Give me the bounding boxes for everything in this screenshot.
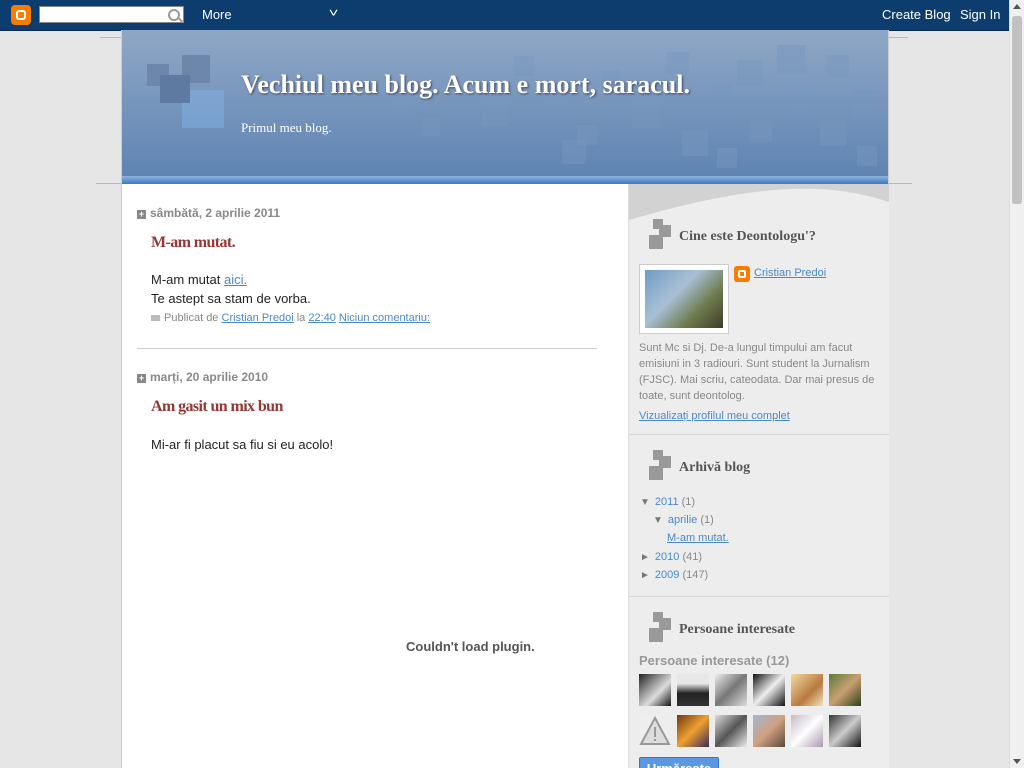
follower-avatar[interactable]: [677, 715, 709, 747]
follower-avatar[interactable]: [639, 715, 671, 747]
blogger-logo-icon[interactable]: [11, 5, 31, 25]
widget-divider: [629, 434, 889, 435]
blogger-navbar: More ˅ Create Blog Sign In: [0, 0, 1009, 31]
follower-avatar[interactable]: [753, 715, 785, 747]
blog-page: Vechiul meu blog. Acum e mort, saracul. …: [121, 30, 889, 768]
follower-avatar[interactable]: [639, 674, 671, 706]
blog-header: Vechiul meu blog. Acum e mort, saracul. …: [122, 30, 888, 176]
archive-item-2009[interactable]: ► 2009 (147): [640, 569, 708, 581]
profile-photo: [645, 270, 723, 328]
archive-widget-title: Arhivă blog: [679, 460, 751, 475]
header-logo-square: [160, 75, 190, 103]
blog-description: Primul meu blog.: [241, 120, 332, 135]
pencil-icon: [151, 315, 160, 321]
follower-avatar[interactable]: [829, 674, 861, 706]
post-time-link[interactable]: 22:40: [308, 312, 336, 324]
post-title[interactable]: M-am mutat.: [151, 234, 236, 252]
chevron-down-icon[interactable]: ˅: [329, 6, 339, 20]
follower-avatar[interactable]: [791, 674, 823, 706]
follower-avatar[interactable]: [715, 674, 747, 706]
post-separator: [137, 348, 597, 349]
collapsed-triangle-icon[interactable]: ►: [640, 570, 650, 581]
archive-post-link[interactable]: M-am mutat.: [667, 532, 729, 544]
widget-squares-icon: [649, 612, 671, 644]
follower-avatar[interactable]: [791, 715, 823, 747]
create-blog-link[interactable]: Create Blog: [882, 7, 951, 22]
more-menu[interactable]: More: [202, 7, 232, 22]
post-link[interactable]: aici.: [224, 272, 247, 287]
follower-avatar[interactable]: [677, 674, 709, 706]
archive-item-2010[interactable]: ► 2010 (41): [640, 551, 702, 563]
profile-name-link[interactable]: Cristian Predoi: [754, 267, 826, 279]
archive-item-aprilie[interactable]: ▼ aprilie (1): [653, 514, 714, 526]
follower-avatar[interactable]: [715, 715, 747, 747]
sidebar-wave-decoration: [629, 184, 889, 220]
sidebar: Cine este Deontologu'? Cristian Predoi S…: [628, 184, 889, 768]
follower-avatar[interactable]: [753, 674, 785, 706]
post-body: M-am mutat aici. Te astept sa stam de vo…: [151, 272, 311, 306]
follow-button[interactable]: Urmărește: [639, 757, 719, 768]
sign-in-link[interactable]: Sign In: [960, 7, 1000, 22]
blogger-profile-icon: [734, 266, 750, 282]
archive-item-2011[interactable]: ▼ 2011 (1): [640, 496, 695, 508]
page-scrollbar[interactable]: [1009, 0, 1024, 768]
widget-squares-icon: [649, 219, 671, 251]
scroll-down-arrow-icon[interactable]: [1013, 759, 1021, 764]
scroll-up-arrow-icon[interactable]: [1013, 4, 1021, 9]
follower-avatar[interactable]: [829, 715, 861, 747]
post-title[interactable]: Am gasit un mix bun: [151, 398, 283, 416]
post-footer: Publicat de Cristian Predoi la 22:40 Nic…: [151, 312, 430, 324]
followers-count-label: Persoane interesate (12): [639, 653, 790, 668]
expanded-triangle-icon[interactable]: ▼: [640, 497, 650, 508]
view-profile-link[interactable]: Vizualizați profilul meu complet: [639, 410, 790, 422]
widget-squares-icon: [649, 450, 671, 482]
navbar-search-input[interactable]: [39, 6, 184, 23]
scrollbar-thumb[interactable]: [1012, 16, 1022, 204]
post-body: Mi-ar fi placut sa fiu si eu acolo!: [151, 437, 334, 452]
blog-title[interactable]: Vechiul meu blog. Acum e mort, saracul.: [241, 70, 690, 100]
post-date-header: + marți, 20 aprilie 2010: [137, 370, 269, 384]
default-avatar-warning-icon: [639, 715, 671, 745]
plugin-error-message: Couldn't load plugin.: [406, 639, 535, 654]
header-bottom-band: [122, 176, 888, 184]
profile-widget-title: Cine este Deontologu'?: [679, 229, 816, 244]
plus-box-icon: +: [137, 373, 146, 383]
widget-divider: [629, 596, 889, 597]
plus-box-icon: +: [137, 209, 146, 219]
profile-about: Sunt Mc si Dj. De-a lungul timpului am f…: [639, 342, 875, 402]
post-comments-link[interactable]: Niciun comentariu:: [339, 312, 430, 324]
search-icon[interactable]: [168, 9, 180, 21]
profile-avatar[interactable]: [639, 264, 729, 334]
expanded-triangle-icon[interactable]: ▼: [653, 515, 663, 526]
followers-widget-title: Persoane interesate: [679, 622, 795, 637]
post-date-header: + sâmbătă, 2 aprilie 2011: [137, 206, 281, 220]
post-author-link[interactable]: Cristian Predoi: [222, 312, 294, 324]
collapsed-triangle-icon[interactable]: ►: [640, 552, 650, 563]
